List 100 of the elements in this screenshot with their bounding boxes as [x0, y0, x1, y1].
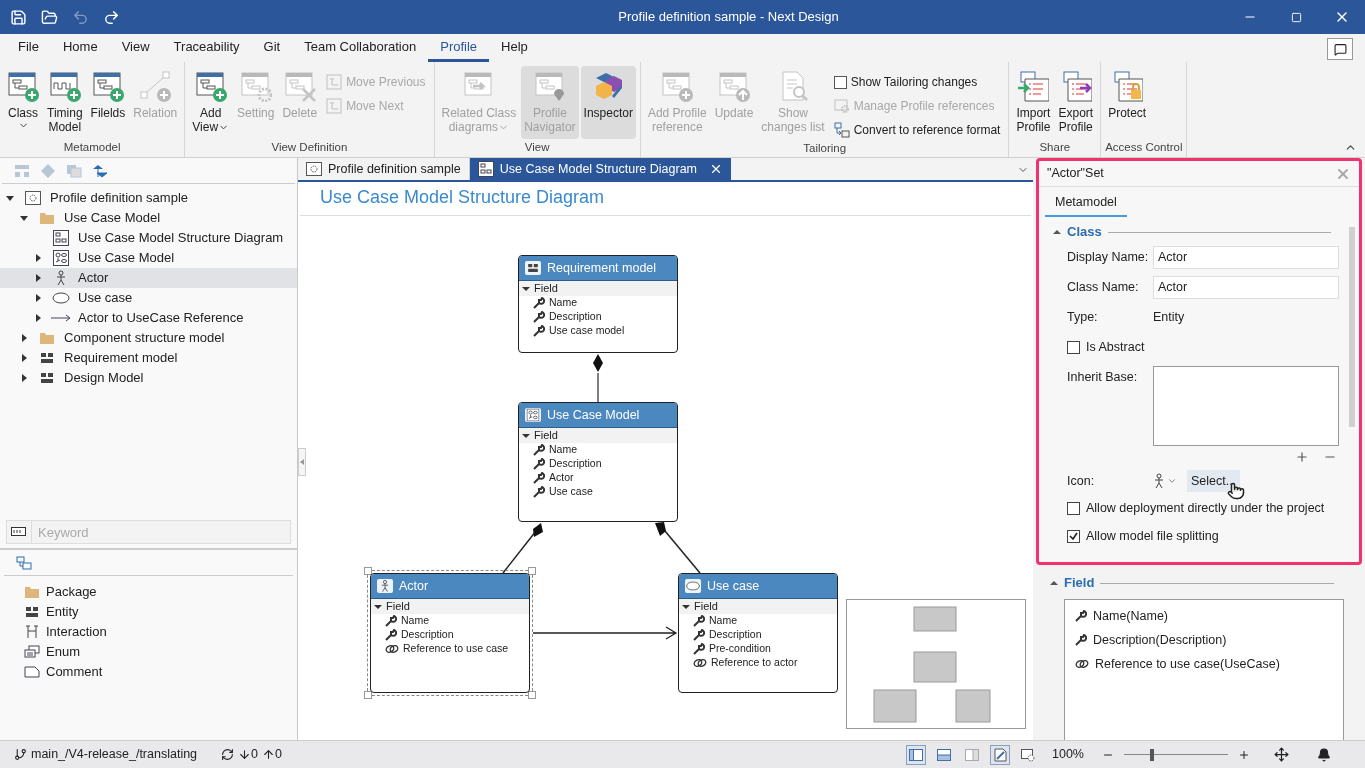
- caret-right-icon[interactable]: [34, 294, 42, 302]
- caret-down-icon[interactable]: [6, 194, 14, 202]
- ribbon-tab[interactable]: View: [109, 34, 162, 62]
- tree-item[interactable]: Use Case Model: [0, 248, 297, 268]
- tree-item[interactable]: Requirement model: [0, 348, 297, 368]
- ribbon-tab[interactable]: Home: [50, 34, 110, 62]
- property-value: Entity: [1153, 308, 1185, 326]
- tree-item[interactable]: Actor to UseCase Reference: [0, 308, 297, 328]
- ribbon-button[interactable]: Add View: [189, 66, 233, 139]
- tree-item[interactable]: Design Model: [0, 368, 297, 388]
- resize-handle[interactable]: [528, 691, 536, 699]
- save-icon[interactable]: [10, 8, 27, 26]
- feedback-button[interactable]: [1327, 38, 1353, 60]
- chevron-down-icon[interactable]: [1167, 476, 1177, 486]
- left-pane-view-button[interactable]: [906, 744, 926, 765]
- tree-item[interactable]: Actor: [0, 268, 297, 288]
- ribbon-button[interactable]: Export Profile: [1055, 66, 1097, 139]
- class-node[interactable]: Use Case Model Field Name Description Actor Use case: [518, 402, 678, 522]
- ribbon-button[interactable]: Protect: [1105, 66, 1150, 139]
- zoom-slider[interactable]: [1124, 747, 1228, 762]
- palette-item[interactable]: Entity: [0, 602, 297, 622]
- caret-up-icon[interactable]: [1053, 229, 1061, 235]
- text-field[interactable]: Actor: [1153, 275, 1339, 299]
- checkbox[interactable]: [1067, 501, 1080, 515]
- tree-item[interactable]: Use case: [0, 288, 297, 308]
- field-list-item[interactable]: Reference to use case(UseCase): [1065, 652, 1343, 676]
- palette-item[interactable]: Interaction: [0, 622, 297, 642]
- tree-item[interactable]: Use Case Model Structure Diagram: [0, 228, 297, 248]
- sync-icon[interactable]: [221, 748, 235, 761]
- ribbon-button[interactable]: Class: [4, 66, 42, 139]
- caret-right-icon[interactable]: [20, 334, 28, 342]
- resize-handle[interactable]: [528, 567, 536, 575]
- tree-item[interactable]: Use Case Model: [0, 208, 297, 228]
- caret-down-icon[interactable]: [682, 603, 690, 610]
- text-field[interactable]: Actor: [1153, 245, 1339, 269]
- wrench-icon: [693, 615, 705, 627]
- checkbox[interactable]: [1067, 529, 1080, 543]
- inherit-base-list[interactable]: [1153, 366, 1339, 446]
- ribbon-tab[interactable]: File: [6, 34, 51, 62]
- select-button[interactable]: Select...: [1187, 470, 1241, 492]
- ribbon-button[interactable]: Inspector: [580, 66, 636, 139]
- caret-down-icon[interactable]: [522, 432, 530, 439]
- property-label: Icon:: [1067, 472, 1096, 490]
- inspector-tab[interactable]: Metamodel: [1045, 189, 1127, 217]
- ribbon-tab[interactable]: Help: [489, 34, 540, 62]
- document-tab[interactable]: Profile definition sample: [298, 158, 470, 180]
- caret-down-icon[interactable]: [20, 214, 28, 222]
- field-list-item[interactable]: Description(Description): [1065, 628, 1343, 652]
- caret-right-icon[interactable]: [34, 254, 42, 262]
- ribbon-tab[interactable]: Git: [251, 34, 293, 62]
- caret-right-icon[interactable]: [20, 354, 28, 362]
- document-tab[interactable]: Use Case Model Structure Diagram: [469, 158, 731, 180]
- field-name: Reference to actor: [711, 655, 798, 671]
- search-field[interactable]: Keyword: [32, 520, 291, 544]
- tree-item[interactable]: Profile definition sample: [0, 188, 297, 208]
- field-list[interactable]: Name(Name) Description(Description) Reference to use case(UseCase): [1064, 599, 1344, 740]
- ribbon-small-button[interactable]: Convert to reference format: [833, 120, 1001, 140]
- caret-right-icon[interactable]: [20, 374, 28, 382]
- folder-icon[interactable]: [41, 8, 58, 26]
- zoom-in-icon[interactable]: [1238, 748, 1250, 761]
- sort-tool-button[interactable]: [92, 163, 108, 178]
- resize-handle[interactable]: [364, 567, 372, 575]
- ribbon-button[interactable]: Import Profile: [1013, 66, 1054, 139]
- palette-item[interactable]: Comment: [0, 662, 297, 682]
- ribbon-tab[interactable]: Profile: [428, 34, 490, 62]
- ribbon-button[interactable]: Timing Model: [44, 66, 86, 139]
- checkbox[interactable]: [1067, 340, 1080, 354]
- caret-down-icon[interactable]: [522, 285, 530, 292]
- field-name: Description: [549, 309, 602, 325]
- caret-up-icon[interactable]: [1050, 580, 1058, 586]
- class-node[interactable]: Use case Field Name Description Pre-condition Reference to actor: [678, 573, 838, 693]
- redo-icon[interactable]: [103, 8, 120, 26]
- bell-icon[interactable]: [1317, 747, 1331, 762]
- ribbon-tab[interactable]: Team Collaboration: [292, 34, 429, 62]
- minimap[interactable]: [846, 599, 1026, 729]
- resize-handle[interactable]: [364, 691, 372, 699]
- ribbon-button[interactable]: Filelds: [87, 66, 129, 139]
- branch-name[interactable]: main_/V4-release_/translating: [31, 745, 198, 764]
- scrollbar[interactable]: [1349, 227, 1355, 427]
- add-icon[interactable]: [1295, 450, 1309, 464]
- collapse-panel-icon[interactable]: [300, 459, 304, 465]
- tailoring-view-button[interactable]: [990, 744, 1010, 765]
- zoom-thumb[interactable]: [1150, 748, 1155, 761]
- text-field-icon: [11, 527, 27, 537]
- tree-view-icon[interactable]: [16, 555, 32, 570]
- fit-icon[interactable]: [1274, 747, 1289, 762]
- palette-item[interactable]: Enum: [0, 642, 297, 662]
- caret-right-icon[interactable]: [34, 274, 42, 282]
- tree-item[interactable]: Component structure model: [0, 328, 297, 348]
- class-node[interactable]: Actor Field Name Description Reference to use case: [370, 573, 530, 693]
- ribbon-tab[interactable]: Traceability: [161, 34, 252, 62]
- close-icon[interactable]: [709, 162, 723, 176]
- caret-down-icon[interactable]: [374, 603, 382, 610]
- wrench-icon: [385, 629, 397, 641]
- class-node[interactable]: Requirement model Field Name Description Use case model: [518, 255, 678, 353]
- wrench-icon: [1075, 634, 1087, 646]
- field-list-item[interactable]: Name(Name): [1065, 604, 1343, 628]
- palette-item[interactable]: Package: [0, 582, 297, 602]
- checkbox[interactable]: [833, 75, 847, 89]
- caret-right-icon[interactable]: [34, 314, 42, 322]
